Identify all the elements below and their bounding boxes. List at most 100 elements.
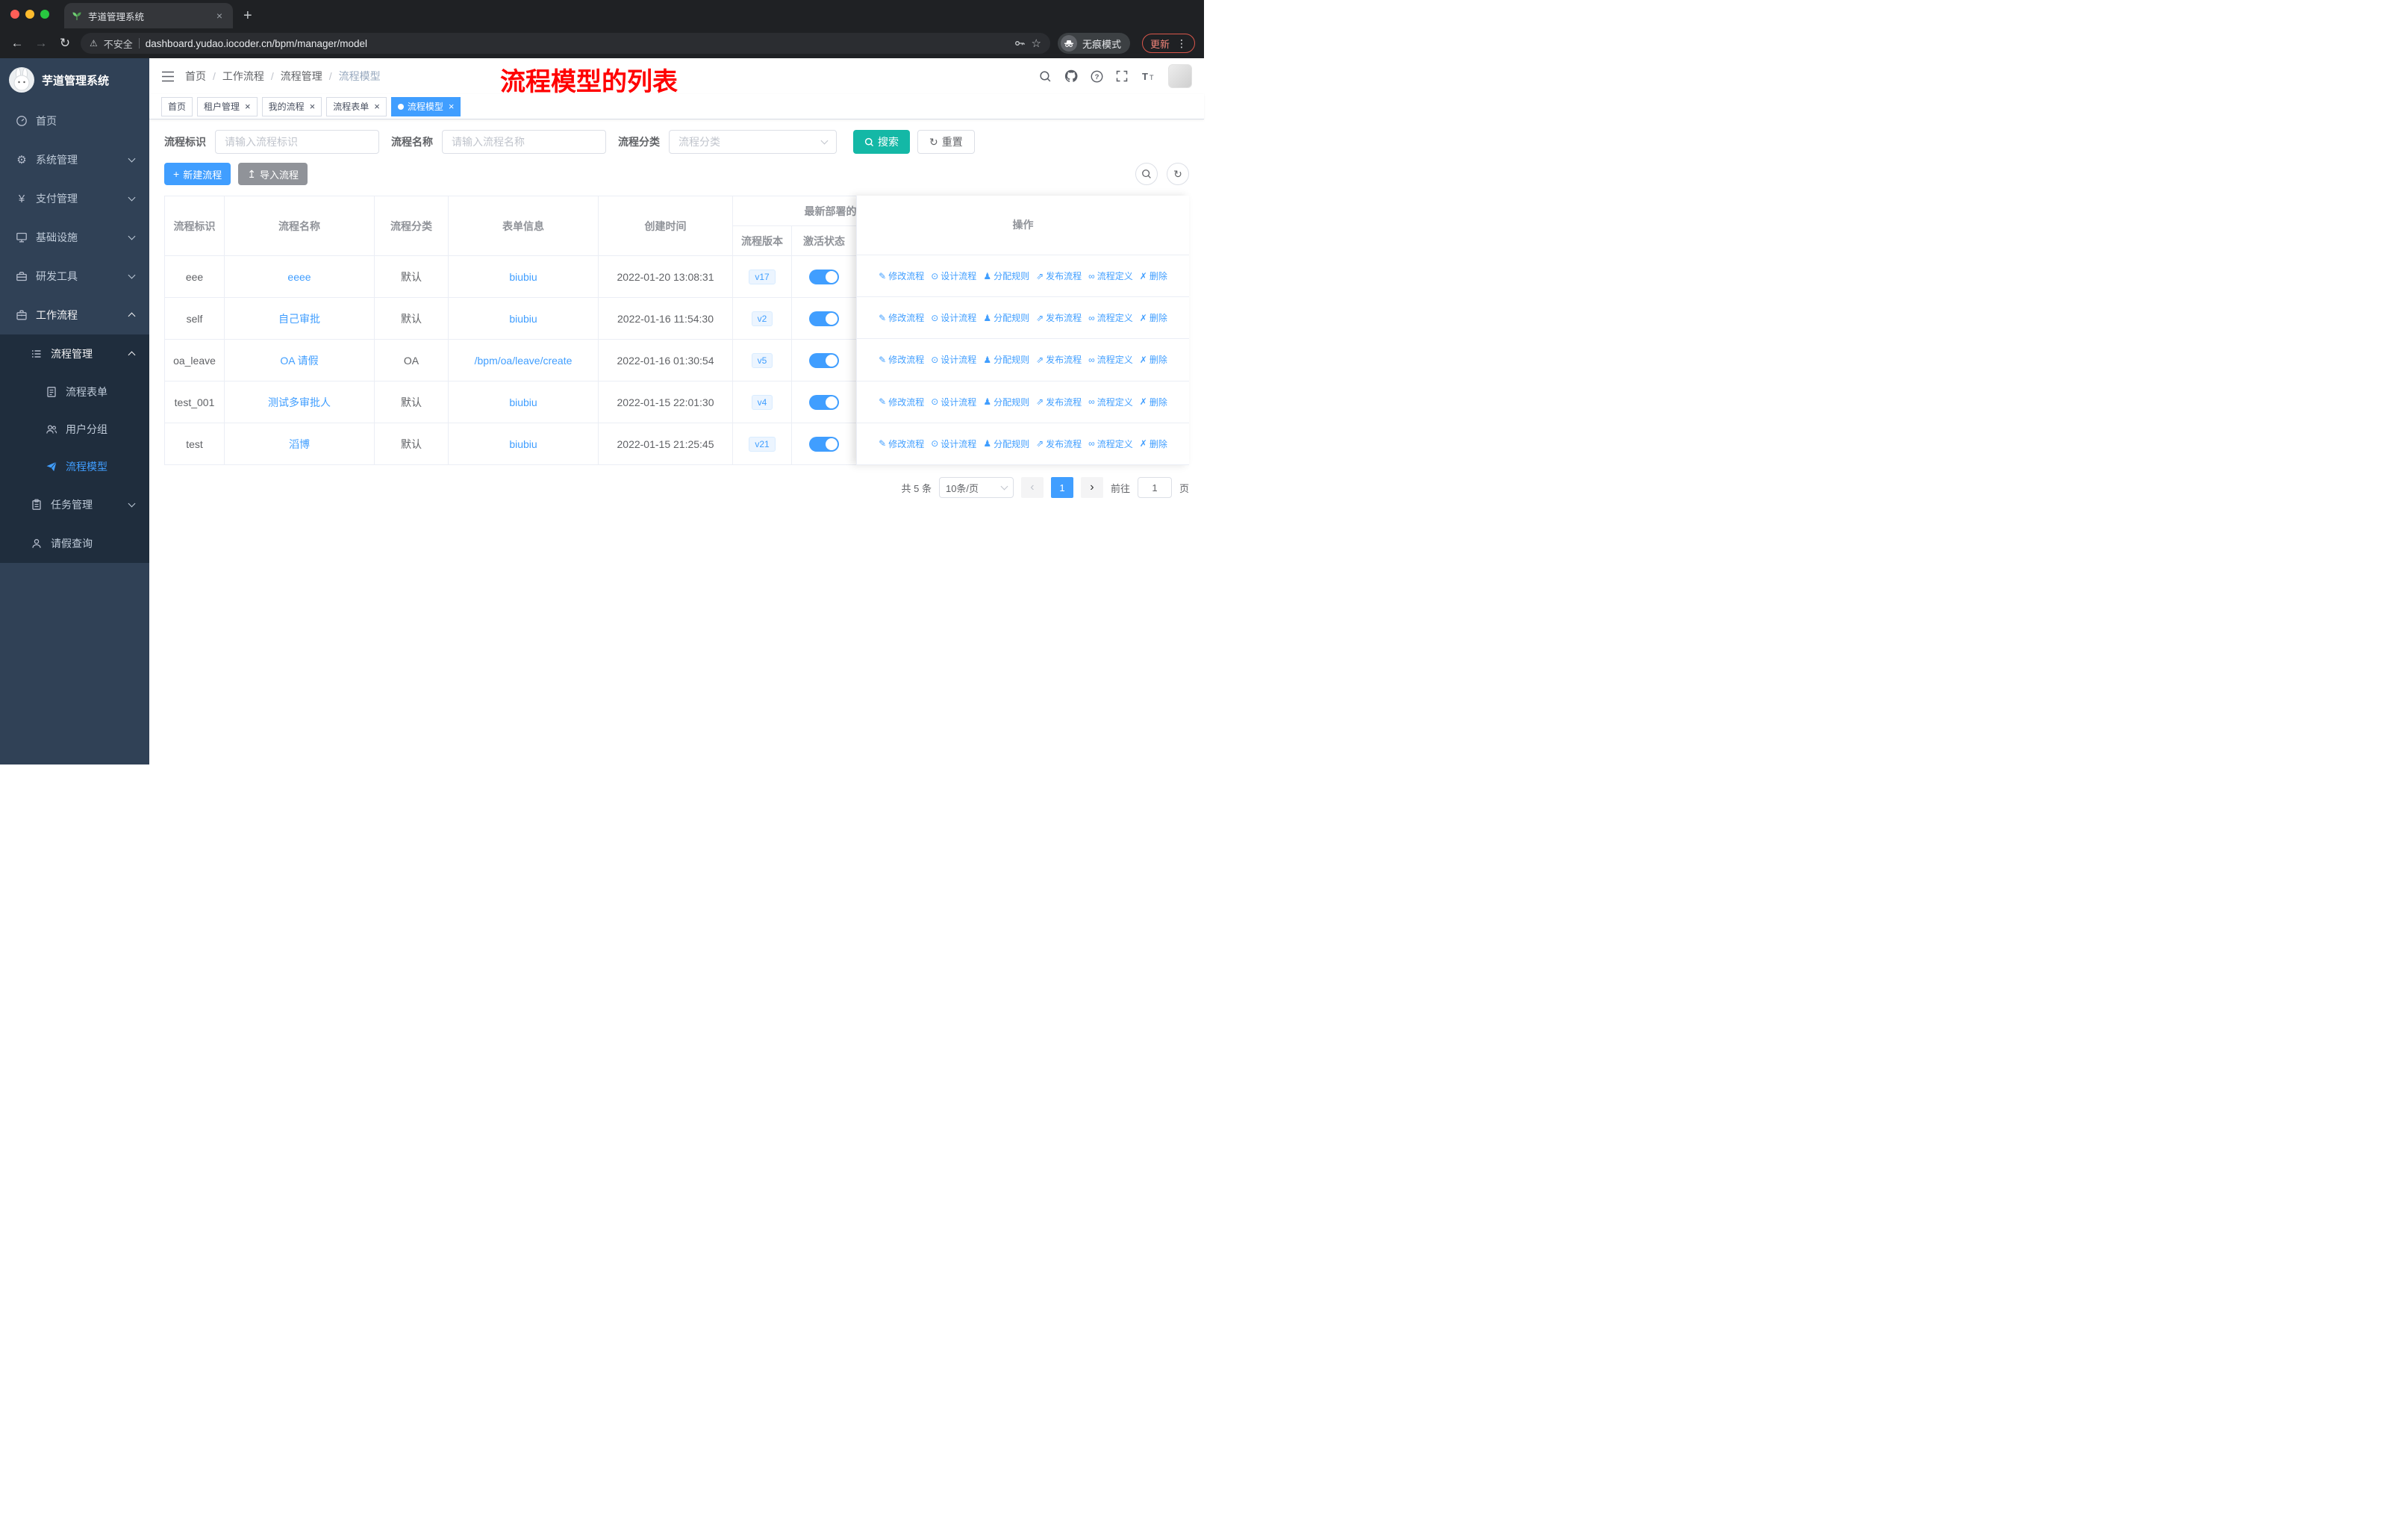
publish-flow-link[interactable]: ⇗ 发布流程 xyxy=(1036,353,1082,366)
sidebar-item-workflow[interactable]: 工作流程 xyxy=(0,296,149,334)
breadcrumb-item[interactable]: 流程管理 xyxy=(281,69,322,84)
tag-close-icon[interactable]: × xyxy=(449,102,455,111)
browser-menu-icon[interactable]: ⋮ xyxy=(1176,37,1187,50)
search-tool-button[interactable] xyxy=(1135,163,1158,185)
sidebar-item-home[interactable]: 首页 xyxy=(0,102,149,140)
import-flow-button[interactable]: ↥ 导入流程 xyxy=(238,163,308,185)
browser-tab[interactable]: 芋道管理系统 × xyxy=(64,3,233,28)
process-key-input[interactable] xyxy=(215,130,379,154)
forward-button[interactable]: → xyxy=(33,36,49,51)
sidebar-item-payment[interactable]: ¥ 支付管理 xyxy=(0,179,149,218)
tag-close-icon[interactable]: × xyxy=(310,102,316,111)
sidebar-item-user-group[interactable]: 用户分组 xyxy=(0,411,149,448)
modify-flow-link[interactable]: ✎ 修改流程 xyxy=(879,311,924,324)
back-button[interactable]: ← xyxy=(9,36,25,51)
active-toggle[interactable] xyxy=(809,394,839,410)
sidebar-item-infra[interactable]: 基础设施 xyxy=(0,218,149,257)
tag-process-form[interactable]: 流程表单 × xyxy=(326,96,387,116)
sidebar-item-leave-query[interactable]: 请假查询 xyxy=(0,524,149,563)
form-link[interactable]: biubiu xyxy=(509,438,537,450)
design-flow-link[interactable]: ⊙ 设计流程 xyxy=(931,353,976,366)
font-size-icon[interactable]: TT xyxy=(1141,70,1155,82)
new-tab-button[interactable]: + xyxy=(243,8,252,23)
form-link[interactable]: biubiu xyxy=(509,313,537,325)
sidebar-item-task-manage[interactable]: 任务管理 xyxy=(0,485,149,524)
assign-rules-link[interactable]: ♟ 分配规则 xyxy=(983,437,1029,450)
delete-link[interactable]: ✗ 删除 xyxy=(1140,437,1167,450)
modify-flow-link[interactable]: ✎ 修改流程 xyxy=(879,270,924,282)
form-link[interactable]: biubiu xyxy=(509,271,537,283)
process-name-link[interactable]: OA 请假 xyxy=(280,355,318,367)
publish-flow-link[interactable]: ⇗ 发布流程 xyxy=(1036,270,1082,282)
process-name-input[interactable] xyxy=(442,130,606,154)
publish-flow-link[interactable]: ⇗ 发布流程 xyxy=(1036,437,1082,450)
assign-rules-link[interactable]: ♟ 分配规则 xyxy=(983,353,1029,366)
tab-close-icon[interactable]: × xyxy=(213,10,225,22)
active-toggle[interactable] xyxy=(809,352,839,368)
category-select[interactable]: 流程分类 xyxy=(669,130,837,154)
sidebar-item-devtools[interactable]: 研发工具 xyxy=(0,257,149,296)
fullscreen-icon[interactable] xyxy=(1116,70,1128,82)
design-flow-link[interactable]: ⊙ 设计流程 xyxy=(931,270,976,282)
process-name-link[interactable]: 自己审批 xyxy=(278,313,320,325)
sidebar-item-process-form[interactable]: 流程表单 xyxy=(0,373,149,411)
tag-process-model[interactable]: 流程模型 × xyxy=(390,96,461,116)
prev-page-button[interactable]: ‹ xyxy=(1020,477,1044,498)
flow-definition-link[interactable]: ∞ 流程定义 xyxy=(1088,270,1133,282)
page-size-select[interactable]: 10条/页 xyxy=(938,477,1014,498)
active-toggle[interactable] xyxy=(809,269,839,284)
modify-flow-link[interactable]: ✎ 修改流程 xyxy=(879,437,924,450)
update-button[interactable]: 更新 ⋮ xyxy=(1141,34,1195,53)
help-icon[interactable]: ? xyxy=(1091,70,1103,83)
publish-flow-link[interactable]: ⇗ 发布流程 xyxy=(1036,396,1082,408)
form-link[interactable]: /bpm/oa/leave/create xyxy=(475,355,573,367)
design-flow-link[interactable]: ⊙ 设计流程 xyxy=(931,311,976,324)
assign-rules-link[interactable]: ♟ 分配规则 xyxy=(983,396,1029,408)
sidebar-item-system[interactable]: ⚙ 系统管理 xyxy=(0,140,149,179)
delete-link[interactable]: ✗ 删除 xyxy=(1140,270,1167,282)
tag-close-icon[interactable]: × xyxy=(245,102,251,111)
address-bar[interactable]: ⚠ 不安全 dashboard.yudao.iocoder.cn/bpm/man… xyxy=(81,33,1050,54)
delete-link[interactable]: ✗ 删除 xyxy=(1140,311,1167,324)
window-minimize-button[interactable] xyxy=(25,10,34,19)
tag-my-process[interactable]: 我的流程 × xyxy=(261,96,322,116)
process-name-link[interactable]: eeee xyxy=(287,271,311,283)
process-name-link[interactable]: 滔博 xyxy=(289,438,310,450)
tag-close-icon[interactable]: × xyxy=(374,102,380,111)
window-close-button[interactable] xyxy=(10,10,19,19)
design-flow-link[interactable]: ⊙ 设计流程 xyxy=(931,396,976,408)
process-name-link[interactable]: 测试多审批人 xyxy=(268,396,331,408)
sidebar-item-process-model[interactable]: 流程模型 xyxy=(0,448,149,485)
breadcrumb-item[interactable]: 工作流程 xyxy=(222,69,264,84)
github-icon[interactable] xyxy=(1064,69,1078,83)
active-toggle[interactable] xyxy=(809,436,839,452)
design-flow-link[interactable]: ⊙ 设计流程 xyxy=(931,437,976,450)
active-toggle[interactable] xyxy=(809,311,839,326)
page-1-button[interactable]: 1 xyxy=(1050,477,1073,498)
goto-input[interactable] xyxy=(1137,477,1172,498)
delete-link[interactable]: ✗ 删除 xyxy=(1140,396,1167,408)
reload-button[interactable]: ↻ xyxy=(57,36,73,51)
sidebar-item-process-manage[interactable]: 流程管理 xyxy=(0,334,149,373)
create-flow-button[interactable]: + 新建流程 xyxy=(164,163,231,185)
form-link[interactable]: biubiu xyxy=(509,396,537,408)
flow-definition-link[interactable]: ∞ 流程定义 xyxy=(1088,311,1133,324)
flow-definition-link[interactable]: ∞ 流程定义 xyxy=(1088,437,1133,450)
window-maximize-button[interactable] xyxy=(40,10,49,19)
tag-tenant-manage[interactable]: 租户管理 × xyxy=(197,96,258,116)
avatar[interactable] xyxy=(1168,64,1192,88)
assign-rules-link[interactable]: ♟ 分配规则 xyxy=(983,311,1029,324)
modify-flow-link[interactable]: ✎ 修改流程 xyxy=(879,353,924,366)
star-icon[interactable]: ☆ xyxy=(1032,37,1041,50)
refresh-tool-button[interactable]: ↻ xyxy=(1167,163,1189,185)
tag-home[interactable]: 首页 xyxy=(161,96,193,116)
publish-flow-link[interactable]: ⇗ 发布流程 xyxy=(1036,311,1082,324)
next-page-button[interactable]: › xyxy=(1080,477,1103,498)
modify-flow-link[interactable]: ✎ 修改流程 xyxy=(879,396,924,408)
search-button[interactable]: 搜索 xyxy=(853,130,910,154)
key-icon[interactable] xyxy=(1014,37,1026,49)
breadcrumb-item[interactable]: 首页 xyxy=(185,69,206,84)
hamburger-button[interactable] xyxy=(161,71,175,82)
flow-definition-link[interactable]: ∞ 流程定义 xyxy=(1088,353,1133,366)
flow-definition-link[interactable]: ∞ 流程定义 xyxy=(1088,396,1133,408)
